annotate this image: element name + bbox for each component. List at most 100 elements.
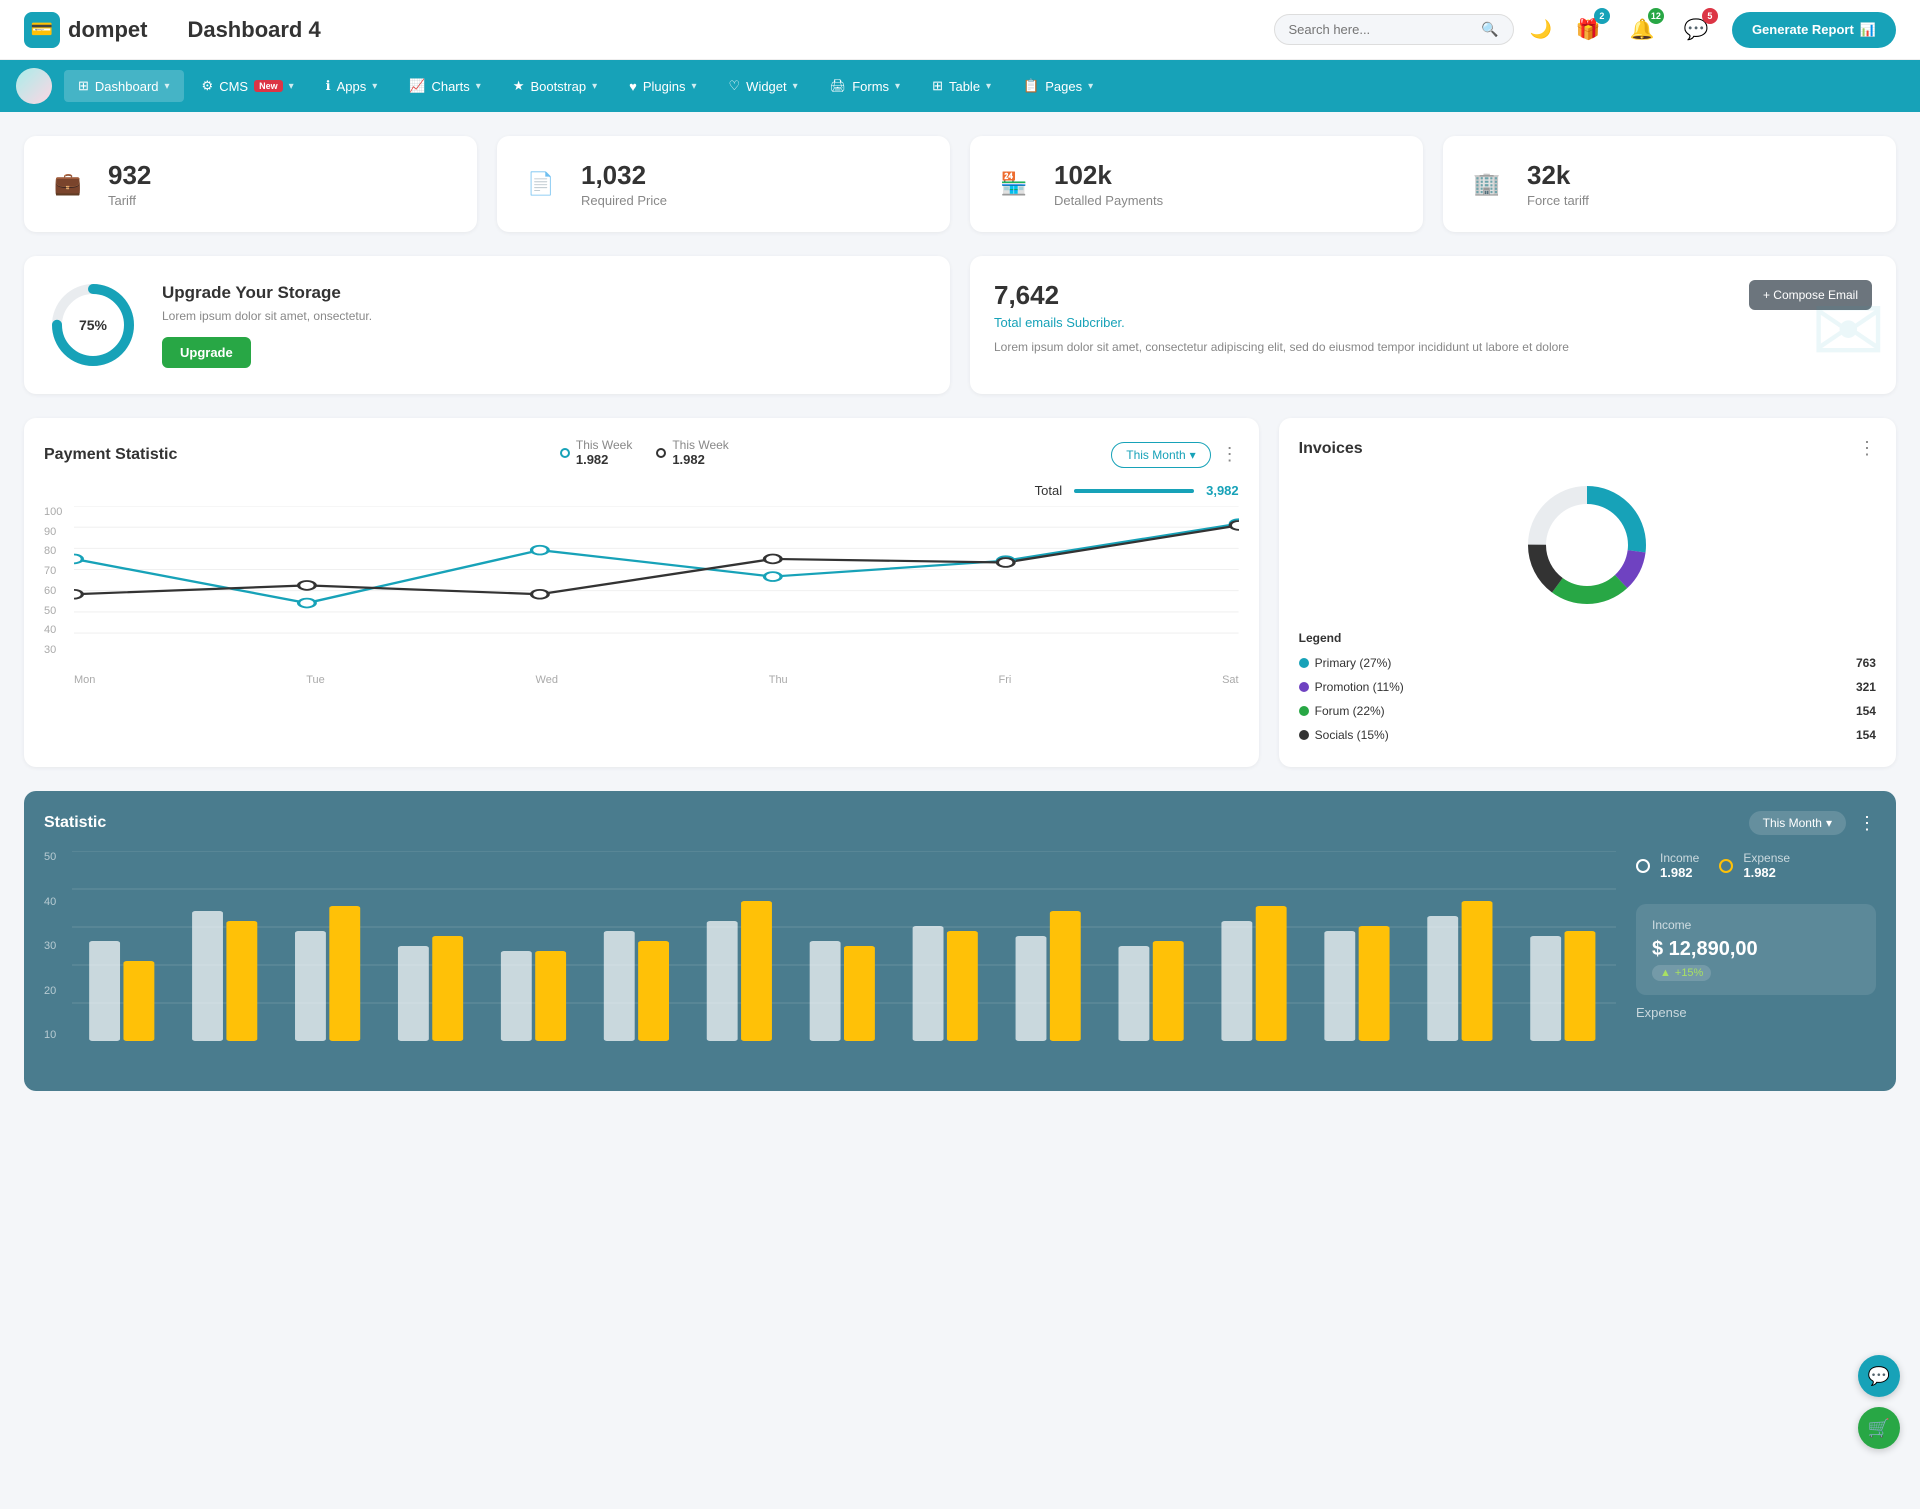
- statistic-menu-button[interactable]: ⋮: [1858, 813, 1876, 834]
- inc-exp-legend: Income 1.982 Expense 1.982: [1636, 851, 1876, 888]
- line-chart-svg: [74, 506, 1239, 656]
- upgrade-button[interactable]: Upgrade: [162, 337, 251, 368]
- plugins-icon: ♥: [629, 79, 637, 94]
- invoices-title: Invoices: [1299, 440, 1363, 458]
- dashboard-icon: ⊞: [78, 78, 89, 94]
- storage-pct: 75%: [79, 317, 107, 333]
- email-bg-icon: ✉: [1811, 279, 1886, 384]
- charts-arrow-icon: ▾: [476, 81, 481, 92]
- invoices-header: Invoices ⋮: [1299, 438, 1876, 459]
- gift-badge: 2: [1594, 8, 1610, 24]
- legend-dot-dark: [656, 448, 666, 458]
- nav-item-dashboard[interactable]: ⊞ Dashboard ▾: [64, 70, 184, 102]
- bell-badge: 12: [1648, 8, 1664, 24]
- nav-item-apps[interactable]: ℹ Apps ▾: [312, 70, 392, 102]
- gift-btn[interactable]: 🎁 2: [1570, 12, 1606, 48]
- logo-area: 💳 dompet: [24, 12, 147, 48]
- storage-donut: 75%: [48, 280, 138, 370]
- search-icon: 🔍: [1481, 21, 1498, 38]
- statistic-bar-svg: [72, 851, 1616, 1041]
- nav-item-plugins[interactable]: ♥ Plugins ▾: [615, 71, 710, 102]
- nav-item-bootstrap[interactable]: ★ Bootstrap ▾: [499, 70, 611, 102]
- legend-item-1: This Week 1.982: [656, 438, 728, 467]
- statistic-right-panel: Income 1.982 Expense 1.982 Income: [1636, 851, 1876, 1071]
- nav-item-pages[interactable]: 📋 Pages ▾: [1009, 70, 1107, 102]
- cms-arrow-icon: ▾: [289, 81, 294, 92]
- statistic-month-filter[interactable]: This Month ▾: [1749, 811, 1846, 835]
- up-arrow-icon: ▲: [1660, 967, 1671, 979]
- required-price-num: 1,032: [581, 160, 667, 191]
- chat-btn[interactable]: 💬 5: [1678, 12, 1714, 48]
- search-input[interactable]: [1289, 22, 1474, 37]
- bell-btn[interactable]: 🔔 12: [1624, 12, 1660, 48]
- statistic-body: 1020304050: [44, 851, 1876, 1071]
- income-amount: $ 12,890,00: [1652, 938, 1860, 961]
- top-header: 💳 dompet Dashboard 4 🔍 🌙 🎁 2 🔔 12 💬 5 Ge…: [0, 0, 1920, 60]
- payment-card: Payment Statistic This Week 1.982 This W…: [24, 418, 1259, 767]
- detailed-payments-num: 102k: [1054, 160, 1163, 191]
- floating-chat-button[interactable]: 💬: [1858, 1355, 1900, 1397]
- storage-inner: 75% Upgrade Your Storage Lorem ipsum dol…: [48, 280, 926, 370]
- email-card-top: 7,642 Total emails Subcriber. + Compose …: [994, 280, 1872, 330]
- bar-chart-area: 1020304050: [44, 851, 1616, 1071]
- income-panel: Income $ 12,890,00 ▲ +15%: [1636, 904, 1876, 995]
- email-num: 7,642: [994, 280, 1125, 311]
- theme-toggle-btn[interactable]: 🌙: [1530, 19, 1552, 40]
- income-change: ▲ +15%: [1652, 965, 1711, 981]
- payment-title: Payment Statistic: [44, 446, 177, 464]
- chat-badge: 5: [1702, 8, 1718, 24]
- force-tariff-num: 32k: [1527, 160, 1589, 191]
- email-sub: Total emails Subcriber.: [994, 315, 1125, 330]
- floating-cart-button[interactable]: 🛒: [1858, 1407, 1900, 1449]
- nav-item-charts[interactable]: 📈 Charts ▾: [395, 70, 495, 102]
- generate-label: Generate Report: [1752, 22, 1854, 37]
- apps-icon: ℹ: [326, 78, 331, 94]
- nav-item-table[interactable]: ⊞ Table ▾: [918, 70, 1005, 102]
- dropdown-arrow-icon: ▾: [1190, 448, 1196, 462]
- y-axis: 30405060708090100: [44, 506, 70, 656]
- page-title: Dashboard 4: [187, 17, 1257, 43]
- payment-menu-button[interactable]: ⋮: [1221, 444, 1239, 465]
- tariff-label: Tariff: [108, 193, 151, 208]
- payment-header: Payment Statistic This Week 1.982 This W…: [44, 438, 1239, 471]
- widget-arrow-icon: ▾: [793, 81, 798, 92]
- logo-text: dompet: [68, 17, 147, 43]
- nav-item-cms[interactable]: ⚙ CMS New ▾: [188, 70, 308, 102]
- storage-title: Upgrade Your Storage: [162, 283, 372, 303]
- charts-icon: 📈: [409, 78, 425, 94]
- invoices-menu-button[interactable]: ⋮: [1858, 438, 1876, 459]
- email-stats: 7,642 Total emails Subcriber.: [994, 280, 1125, 330]
- inv-dot-primary: [1299, 658, 1309, 668]
- nav-item-forms[interactable]: 🖨 Forms ▾: [816, 70, 914, 102]
- logo-icon: 💳: [24, 12, 60, 48]
- invoices-card: Invoices ⋮ Legend: [1279, 418, 1896, 767]
- total-val: 3,982: [1206, 483, 1239, 498]
- inv-legend-promotion: Promotion (11%) 321: [1299, 675, 1876, 699]
- nav-bar: ⊞ Dashboard ▾ ⚙ CMS New ▾ ℹ Apps ▾ 📈 Cha…: [0, 60, 1920, 112]
- nav-item-widget[interactable]: ♡ Widget ▾: [715, 70, 812, 102]
- generate-report-button[interactable]: Generate Report 📊: [1732, 12, 1896, 48]
- this-month-filter[interactable]: This Month ▾: [1111, 442, 1210, 468]
- total-row: Total 3,982: [44, 483, 1239, 498]
- legend-item-0: This Week 1.982: [560, 438, 632, 467]
- storage-text: Upgrade Your Storage Lorem ipsum dolor s…: [162, 283, 372, 368]
- stat-card-tariff: 💼 932 Tariff: [24, 136, 477, 232]
- email-card: 7,642 Total emails Subcriber. + Compose …: [970, 256, 1896, 394]
- stat-section-right: This Month ▾ ⋮: [1749, 811, 1876, 835]
- bootstrap-arrow-icon: ▾: [592, 81, 597, 92]
- chart-lines: [74, 506, 1239, 656]
- total-bar: [1074, 489, 1194, 493]
- avatar: [16, 68, 52, 104]
- header-icons: 🌙 🎁 2 🔔 12 💬 5 Generate Report 📊: [1530, 12, 1896, 48]
- tariff-num: 932: [108, 160, 151, 191]
- expense-label: Expense: [1743, 851, 1790, 865]
- apps-arrow-icon: ▾: [372, 81, 377, 92]
- force-tariff-icon: 🏢: [1463, 160, 1511, 208]
- detailed-payments-label: Detalled Payments: [1054, 193, 1163, 208]
- dashboard-arrow-icon: ▾: [165, 81, 170, 92]
- payment-header-right: This Month ▾ ⋮: [1111, 442, 1238, 468]
- x-labels: MonTueWedThuFriSat: [74, 674, 1239, 686]
- inv-dot-forum: [1299, 706, 1309, 716]
- invoices-donut-svg: [1517, 475, 1657, 615]
- main-content: 💼 932 Tariff 📄 1,032 Required Price 🏪 10…: [0, 112, 1920, 1115]
